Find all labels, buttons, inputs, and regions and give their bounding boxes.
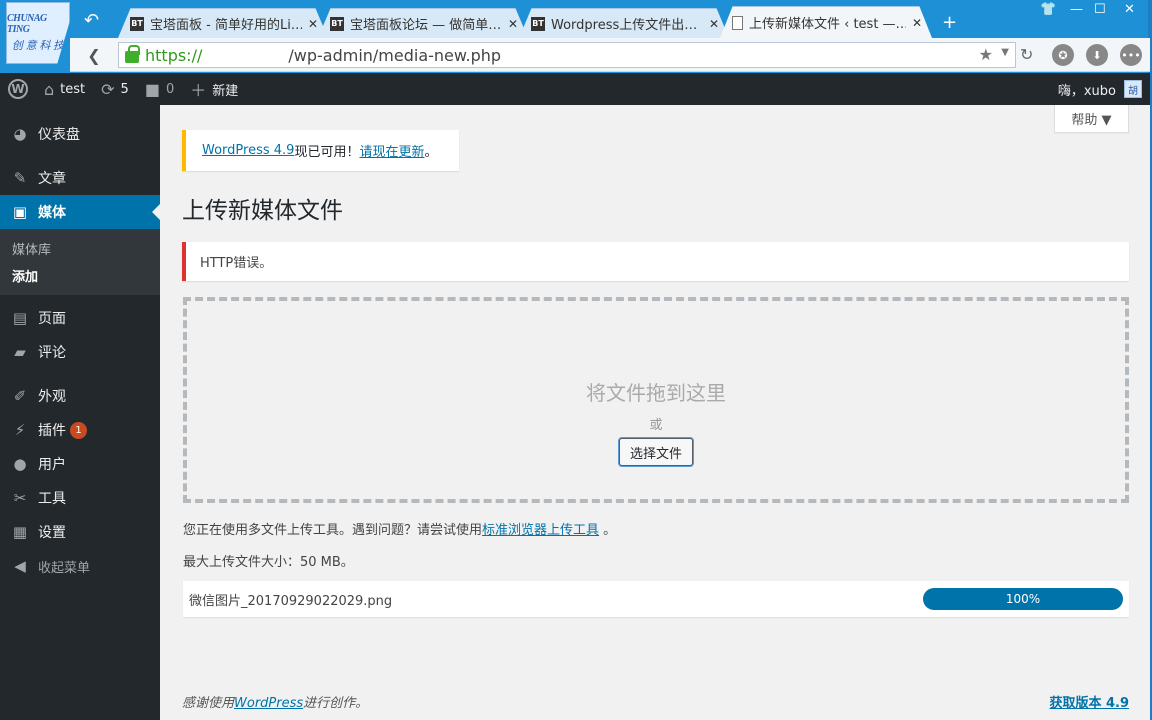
dashboard-icon: ◕ [13, 125, 27, 143]
sidebar-item-posts[interactable]: ✎ 文章 [0, 161, 160, 195]
drag-drop-area[interactable]: 将文件拖到这里 或 选择文件 [183, 297, 1129, 503]
tab-4-active[interactable]: 上传新媒体文件 ‹ test —… ✕ [720, 6, 932, 38]
close-icon[interactable]: ✕ [912, 16, 922, 30]
browser-uploader-link[interactable]: 标准浏览器上传工具 [482, 523, 599, 538]
admin-sidebar: ◕ 仪表盘 ✎ 文章 ▣ 媒体 媒体库 添加 ▤ 页面 ▰ 评论 ✐ 外观 ⚡ … [0, 105, 160, 720]
new-tab-icon[interactable]: + [942, 12, 957, 33]
wordpress-logo-icon[interactable]: W [0, 73, 36, 105]
footer-thankyou: 感谢使用WordPress进行创作。 [182, 696, 369, 711]
plus-icon: ＋ [190, 81, 207, 100]
menu-icon[interactable]: ••• [1120, 44, 1142, 66]
tab-3[interactable]: BT Wordpress上传文件出… ✕ [519, 8, 729, 38]
skin-icon[interactable]: 👕 [1040, 2, 1056, 17]
wp-admin-bar: W ⌂ test ⟳ 5 ■ 0 ＋ 新建 嗨，xubo 胡 [0, 73, 1150, 105]
collapse-menu-button[interactable]: ◀ 收起菜单 [0, 549, 160, 583]
reload-icon[interactable]: ↻ [1020, 45, 1033, 64]
comments-link[interactable]: ■ 0 [137, 73, 182, 105]
sidebar-item-dashboard[interactable]: ◕ 仪表盘 [0, 117, 160, 151]
bt-icon: BT [130, 16, 144, 31]
maximize-icon[interactable]: ☐ [1094, 2, 1106, 17]
close-icon[interactable]: ✕ [308, 17, 318, 31]
drop-instructions: 将文件拖到这里 [586, 381, 726, 405]
sidebar-item-comments[interactable]: ▰ 评论 [0, 335, 160, 369]
star-icon[interactable]: ★ [979, 45, 993, 64]
page-icon: ▤ [12, 309, 28, 327]
help-tab-button[interactable]: 帮助 ▼ [1054, 105, 1129, 133]
upload-progress-bar: 100% [923, 588, 1123, 610]
select-files-button[interactable]: 选择文件 [618, 438, 693, 466]
error-notice: HTTP错误。 [182, 242, 1129, 281]
updates-link[interactable]: ⟳ 5 [93, 73, 137, 105]
brush-icon: ✐ [13, 387, 27, 405]
settings-icon: ▦ [12, 523, 28, 541]
get-version-link[interactable]: 获取版本 4.9 [1049, 692, 1129, 711]
extension-icon[interactable]: ✪ [1052, 44, 1074, 66]
page-title: 上传新媒体文件 [182, 198, 343, 224]
wrench-icon: ✂ [13, 489, 27, 507]
chevron-down-icon[interactable]: ▼ [1001, 47, 1009, 58]
close-icon[interactable]: ✕ [508, 17, 518, 31]
tab-history-back-icon[interactable]: ↶ [84, 10, 99, 31]
new-content-link[interactable]: ＋ 新建 [182, 73, 246, 105]
sidebar-item-appearance[interactable]: ✐ 外观 [0, 379, 160, 413]
tab-2[interactable]: BT 宝塔面板论坛 — 做简单… ✕ [318, 8, 528, 38]
submenu-add-new[interactable]: 添加 [0, 262, 160, 289]
wordpress-link[interactable]: WordPress [234, 696, 303, 711]
uploader-note: 您正在使用多文件上传工具。遇到问题？请尝试使用标准浏览器上传工具 。 [183, 523, 617, 538]
media-icon: ▣ [12, 203, 28, 221]
upload-filename: 微信图片_20170929022029.png [189, 593, 393, 609]
user-icon: ● [13, 455, 27, 473]
max-upload-size: 最大上传文件大小：50 MB。 [183, 555, 354, 570]
close-window-icon[interactable]: ✕ [1124, 2, 1135, 17]
bt-icon: BT [531, 16, 545, 31]
home-icon: ⌂ [44, 79, 55, 99]
navigation-bar: ❮ https:// /wp-admin/media-new.php ★ ▼ ↻… [70, 38, 1150, 72]
address-bar[interactable]: https:// /wp-admin/media-new.php ★ ▼ [118, 42, 1016, 68]
main-content: 帮助 ▼ WordPress 4.9 现已可用！ 请现在更新 。 上传新媒体文件… [160, 105, 1150, 720]
avatar: 胡 [1124, 80, 1142, 98]
tab-1[interactable]: BT 宝塔面板 - 简单好用的Li… ✕ [118, 8, 328, 38]
minimize-icon[interactable]: — [1070, 2, 1083, 17]
sidebar-item-media[interactable]: ▣ 媒体 [0, 195, 160, 229]
sidebar-item-users[interactable]: ● 用户 [0, 447, 160, 481]
comment-icon: ■ [144, 79, 160, 99]
bt-icon: BT [330, 16, 344, 31]
page-icon [732, 15, 743, 30]
wordpress-version-link[interactable]: WordPress 4.9 [202, 143, 294, 158]
drop-or: 或 [649, 418, 663, 433]
media-submenu: 媒体库 添加 [0, 229, 160, 295]
update-nag: WordPress 4.9 现已可用！ 请现在更新 。 [182, 130, 459, 171]
browser-logo: CHUNAG TING 创 意 科 技 [6, 2, 70, 64]
browser-window: CHUNAG TING 创 意 科 技 ↶ BT 宝塔面板 - 简单好用的Li…… [0, 0, 1150, 720]
comment-icon: ▰ [14, 343, 26, 361]
update-now-link[interactable]: 请现在更新 [359, 141, 424, 160]
update-count-badge: 1 [70, 421, 87, 439]
sidebar-item-tools[interactable]: ✂ 工具 [0, 481, 160, 515]
site-name-link[interactable]: ⌂ test [36, 73, 93, 105]
pin-icon: ✎ [13, 169, 27, 187]
refresh-icon: ⟳ [101, 79, 115, 99]
collapse-icon: ◀ [14, 557, 26, 575]
submenu-library[interactable]: 媒体库 [0, 235, 160, 262]
sidebar-item-pages[interactable]: ▤ 页面 [0, 301, 160, 335]
lock-icon [125, 45, 140, 63]
sidebar-item-settings[interactable]: ▦ 设置 [0, 515, 160, 549]
sidebar-item-plugins[interactable]: ⚡ 插件 1 [0, 413, 160, 447]
download-icon[interactable]: ⬇ [1086, 44, 1108, 66]
close-icon[interactable]: ✕ [709, 17, 719, 31]
back-icon[interactable]: ❮ [82, 43, 106, 67]
my-account[interactable]: 嗨，xubo 胡 [1058, 73, 1142, 105]
plugin-icon: ⚡ [14, 421, 26, 439]
media-upload-item: 微信图片_20170929022029.png 100% [183, 581, 1129, 617]
